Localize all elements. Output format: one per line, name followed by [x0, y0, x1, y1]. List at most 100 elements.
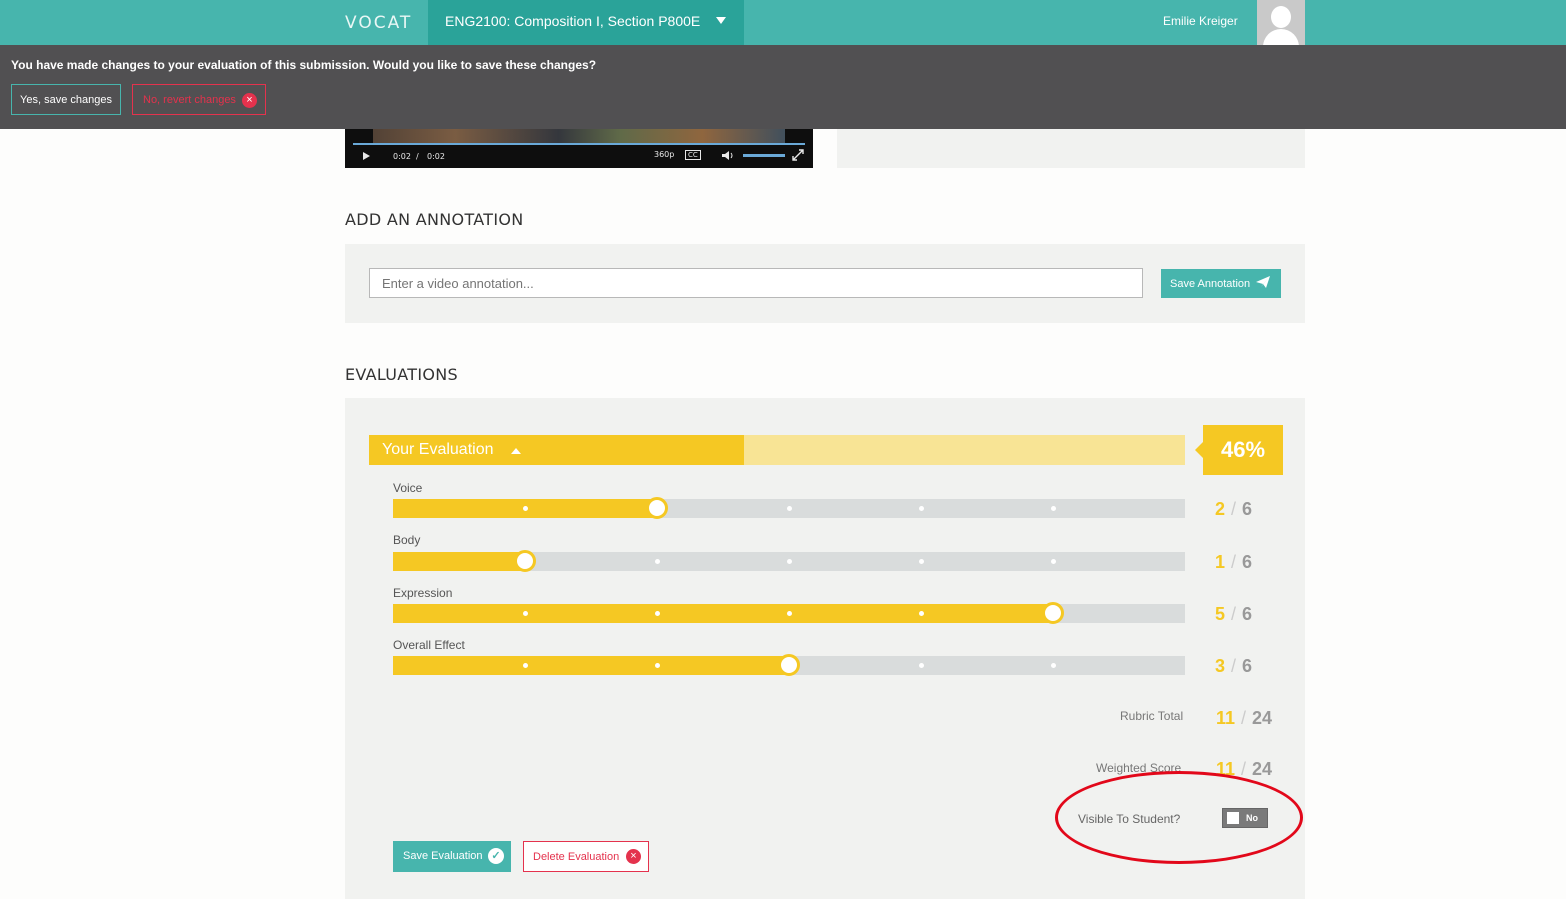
annotation-panel: Save Annotation: [345, 244, 1305, 323]
volume-icon[interactable]: [721, 150, 735, 161]
evaluation-percent: 46%: [1220, 437, 1266, 462]
submission-side-panel: [837, 129, 1305, 168]
slider-tick: [522, 663, 528, 668]
video-frame: [373, 129, 785, 143]
criterion-score-value: 2: [1215, 499, 1226, 519]
criterion-label: Voice: [393, 481, 423, 495]
rubric-total-label: Rubric Total: [1120, 709, 1184, 723]
slider-handle[interactable]: [514, 550, 536, 572]
rubric-total-score: 11/24: [1216, 708, 1272, 729]
revert-changes-button[interactable]: No, revert changes ×: [132, 84, 266, 115]
score-divider: /: [1241, 708, 1247, 728]
criterion-score-max: 6: [1242, 656, 1253, 676]
save-changes-button[interactable]: Yes, save changes: [11, 84, 121, 115]
slider-tick: [522, 611, 528, 616]
unsaved-changes-banner: You have made changes to your evaluation…: [0, 45, 1566, 129]
time-separator: /: [416, 152, 419, 161]
chevron-down-icon: [716, 17, 726, 24]
save-changes-label: Yes, save changes: [20, 94, 112, 106]
avatar-body-shape: [1263, 29, 1299, 45]
avatar-head-shape: [1271, 6, 1291, 28]
save-evaluation-button[interactable]: Save Evaluation ✓: [393, 841, 511, 872]
play-icon[interactable]: [362, 151, 371, 161]
weighted-score-value: 11: [1216, 759, 1236, 779]
slider-tick: [918, 506, 924, 511]
criterion-score: 3/6: [1215, 656, 1252, 677]
weighted-score-max: 24: [1252, 759, 1273, 779]
chevron-up-icon: [511, 448, 521, 454]
slider-tick: [522, 506, 528, 511]
badge-notch: [1195, 442, 1203, 458]
vocat-logo[interactable]: VOCAT: [345, 13, 412, 33]
unsaved-changes-message: You have made changes to your evaluation…: [11, 58, 597, 72]
score-divider: /: [1231, 604, 1237, 624]
course-selector[interactable]: ENG2100: Composition I, Section P800E: [428, 0, 744, 45]
video-progress-bar[interactable]: [353, 143, 805, 145]
quality-selector[interactable]: 360p: [654, 150, 674, 159]
slider-fill: [393, 552, 525, 571]
slider-tick: [1050, 559, 1056, 564]
delete-evaluation-label: Delete Evaluation: [533, 851, 620, 863]
slider-tick: [918, 663, 924, 668]
criterion-slider[interactable]: [393, 497, 1185, 519]
closed-captions-button[interactable]: CC: [685, 150, 701, 160]
criterion-score-value: 5: [1215, 604, 1226, 624]
slider-tick: [918, 611, 924, 616]
fullscreen-icon[interactable]: [792, 149, 804, 161]
score-divider: /: [1241, 759, 1247, 779]
criterion-slider[interactable]: [393, 550, 1185, 572]
slider-handle[interactable]: [646, 497, 668, 519]
slider-tick: [654, 611, 660, 616]
save-annotation-button[interactable]: Save Annotation: [1161, 269, 1281, 298]
slider-tick: [1050, 663, 1056, 668]
video-player[interactable]: 0:02 / 0:02 360p CC: [345, 129, 813, 168]
slider-handle[interactable]: [1042, 602, 1064, 624]
rubric-total-value: 11: [1216, 708, 1236, 728]
user-name[interactable]: Emilie Kreiger: [1163, 14, 1238, 28]
annotation-input[interactable]: [369, 268, 1143, 298]
criterion-slider[interactable]: [393, 602, 1185, 624]
criterion-label: Body: [393, 533, 421, 547]
criterion-score-max: 6: [1242, 552, 1253, 572]
evaluation-panel: Your Evaluation 46% Voice 2/6 Body 1/6 E…: [345, 398, 1305, 899]
volume-slider[interactable]: [743, 154, 785, 157]
criterion-score: 2/6: [1215, 499, 1252, 520]
slider-fill: [393, 604, 1053, 623]
course-selector-label: ENG2100: Composition I, Section P800E: [445, 13, 701, 29]
rubric-total-max: 24: [1252, 708, 1273, 728]
checkmark-icon: ✓: [488, 848, 504, 864]
save-evaluation-label: Save Evaluation: [403, 850, 483, 862]
slider-tick: [1050, 506, 1056, 511]
weighted-score: 11/24: [1216, 759, 1272, 780]
save-annotation-label: Save Annotation: [1170, 278, 1251, 290]
criterion-score-max: 6: [1242, 499, 1253, 519]
evaluations-heading: EVALUATIONS: [345, 365, 459, 384]
duration: 0:02: [427, 152, 445, 161]
criterion-slider[interactable]: [393, 654, 1185, 676]
criterion-score: 5/6: [1215, 604, 1252, 625]
revert-changes-label: No, revert changes: [143, 94, 236, 106]
weighted-score-label: Weighted Score: [1096, 761, 1182, 775]
close-icon: ×: [626, 849, 641, 864]
toggle-knob: [1227, 812, 1239, 824]
slider-tick: [654, 663, 660, 668]
criterion-score: 1/6: [1215, 552, 1252, 573]
slider-tick: [918, 559, 924, 564]
score-divider: /: [1231, 499, 1237, 519]
slider-tick: [786, 559, 792, 564]
paper-plane-icon: [1256, 276, 1270, 288]
evaluation-percent-badge: 46%: [1195, 425, 1283, 475]
your-evaluation-header[interactable]: Your Evaluation: [369, 435, 1185, 465]
criterion-score-max: 6: [1242, 604, 1253, 624]
score-divider: /: [1231, 552, 1237, 572]
criterion-label: Overall Effect: [393, 638, 465, 652]
slider-handle[interactable]: [778, 654, 800, 676]
slider-tick: [786, 506, 792, 511]
criterion-score-value: 1: [1215, 552, 1226, 572]
visible-to-student-toggle[interactable]: No: [1222, 808, 1268, 828]
avatar[interactable]: [1257, 0, 1305, 45]
slider-fill: [393, 656, 789, 675]
delete-evaluation-button[interactable]: Delete Evaluation ×: [523, 841, 649, 872]
score-divider: /: [1231, 656, 1237, 676]
criterion-score-value: 3: [1215, 656, 1226, 676]
